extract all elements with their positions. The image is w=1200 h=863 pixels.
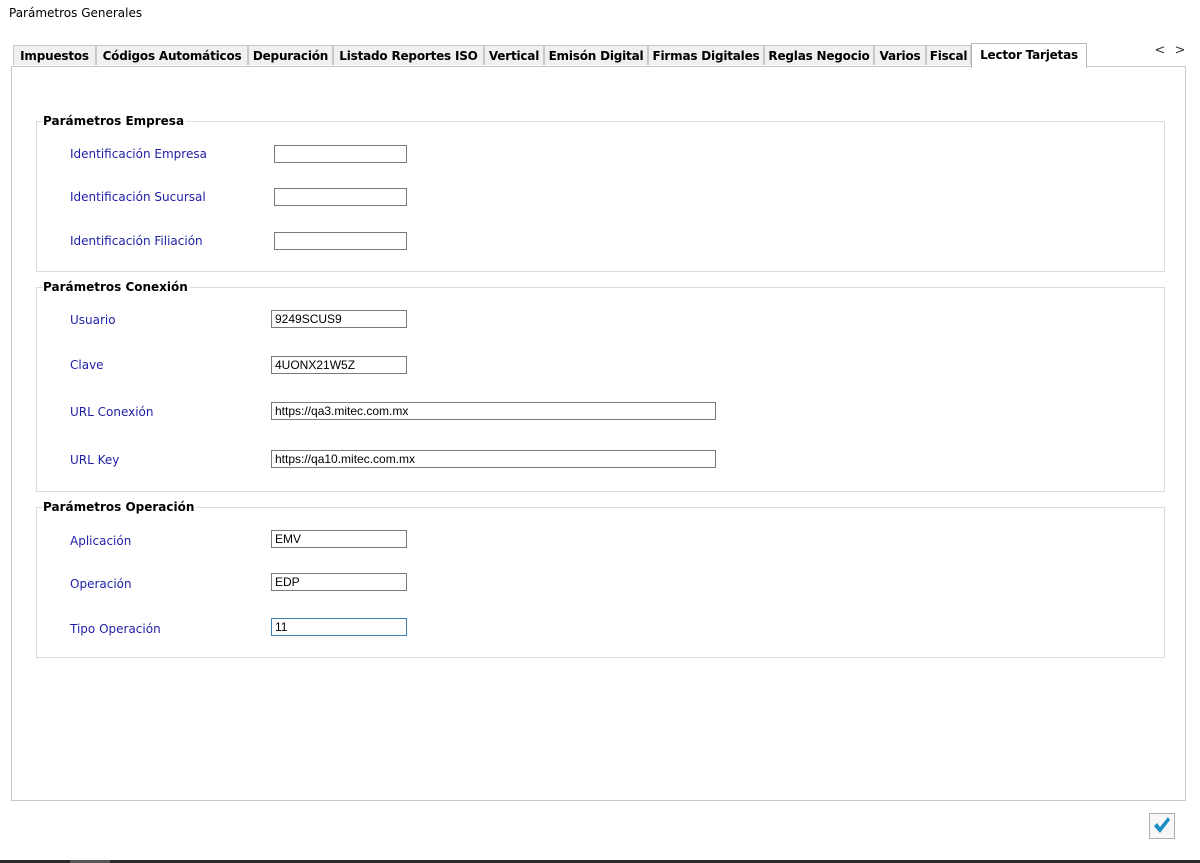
tab-reglas-negocio[interactable]: Reglas Negocio [764, 45, 874, 65]
identificacion-empresa-input[interactable] [274, 145, 407, 163]
label-url-key: URL Key [70, 453, 120, 467]
tab-varios[interactable]: Varios [874, 45, 926, 65]
identificacion-filiacion-input[interactable] [274, 232, 407, 250]
tab-content-panel: Parámetros Empresa Identificación Empres… [11, 66, 1186, 801]
label-identificacion-sucursal: Identificación Sucursal [70, 190, 206, 204]
url-conexion-input[interactable] [271, 402, 716, 420]
label-usuario: Usuario [70, 313, 116, 327]
tab-strip: Impuestos Códigos Automáticos Depuración… [13, 43, 1133, 68]
label-aplicacion: Aplicación [70, 534, 132, 548]
identificacion-sucursal-input[interactable] [274, 188, 407, 206]
tab-lector-tarjetas[interactable]: Lector Tarjetas [971, 43, 1087, 68]
tab-impuestos[interactable]: Impuestos [13, 45, 96, 65]
operacion-input[interactable] [271, 573, 407, 591]
tab-emision-digital[interactable]: Emisón Digital [544, 45, 648, 65]
tab-fiscal[interactable]: Fiscal [926, 45, 971, 65]
clave-input[interactable] [271, 356, 407, 374]
aplicacion-input[interactable] [271, 530, 407, 548]
group-title-empresa: Parámetros Empresa [43, 114, 187, 128]
label-clave: Clave [70, 358, 104, 372]
tipo-operacion-input[interactable] [271, 618, 407, 636]
label-identificacion-filiacion: Identificación Filiación [70, 234, 203, 248]
url-key-input[interactable] [271, 450, 716, 468]
group-title-operacion: Parámetros Operación [43, 500, 197, 514]
usuario-input[interactable] [271, 310, 407, 328]
label-tipo-operacion: Tipo Operación [70, 622, 161, 636]
tab-scroll-left-icon[interactable]: < [1152, 42, 1168, 60]
tab-depuracion[interactable]: Depuración [248, 45, 333, 65]
label-url-conexion: URL Conexión [70, 405, 154, 419]
window-title: Parámetros Generales [9, 6, 143, 20]
label-operacion: Operación [70, 577, 132, 591]
tab-scroll-arrows: < > [1152, 42, 1192, 60]
tab-codigos-automaticos[interactable]: Códigos Automáticos [96, 45, 248, 65]
label-identificacion-empresa: Identificación Empresa [70, 147, 207, 161]
tab-vertical[interactable]: Vertical [484, 45, 544, 65]
tab-scroll-right-icon[interactable]: > [1172, 42, 1188, 60]
group-title-conexion: Parámetros Conexión [43, 280, 190, 294]
group-parametros-operacion: Parámetros Operación [36, 500, 1165, 658]
tab-listado-reportes-iso[interactable]: Listado Reportes ISO [333, 45, 484, 65]
check-icon [1152, 815, 1172, 838]
tab-firmas-digitales[interactable]: Firmas Digitales [648, 45, 764, 65]
accept-button[interactable] [1149, 813, 1175, 839]
